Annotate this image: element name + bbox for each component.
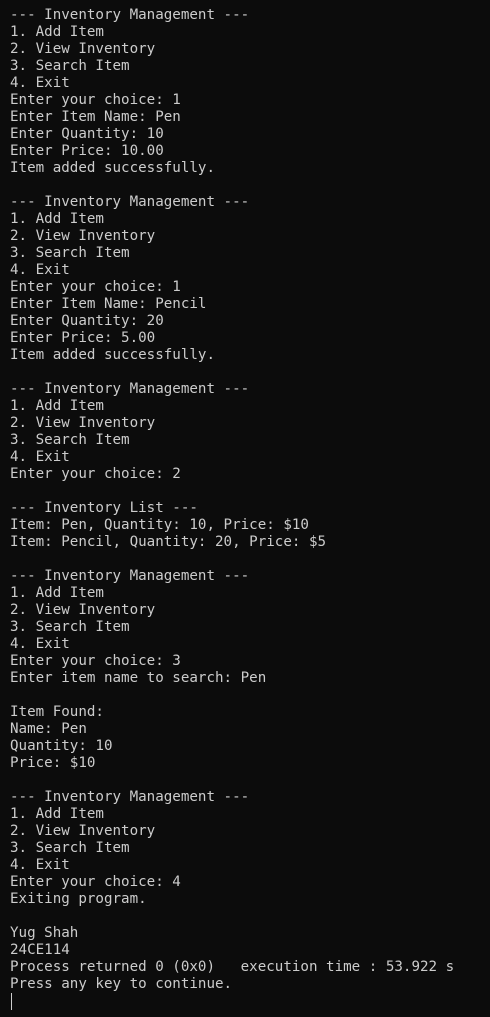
console-line: Enter Item Name: Pen	[10, 109, 181, 125]
console-line: --- Inventory Management ---	[10, 568, 250, 584]
console-line: --- Inventory Management ---	[10, 7, 250, 23]
console-line: Exiting program.	[10, 891, 147, 907]
console-line: Enter Price: 5.00	[10, 330, 156, 346]
console-line: 3. Search Item	[10, 432, 130, 448]
console-line: 24CE114	[10, 942, 70, 958]
console-line: Name: Pen	[10, 721, 87, 737]
console-line: 3. Search Item	[10, 840, 130, 856]
console-line: 3. Search Item	[10, 245, 130, 261]
console-line: 4. Exit	[10, 449, 70, 465]
text-cursor	[11, 993, 12, 1010]
console-line: 2. View Inventory	[10, 228, 156, 244]
console-line: 3. Search Item	[10, 619, 130, 635]
console-line: Yug Shah	[10, 925, 79, 941]
console-line: Enter item name to search: Pen	[10, 670, 267, 686]
console-line: 1. Add Item	[10, 211, 104, 227]
console-line: Price: $10	[10, 755, 96, 771]
console-line: 4. Exit	[10, 75, 70, 91]
console-output[interactable]: --- Inventory Management --- 1. Add Item 2…	[10, 7, 488, 1010]
console-line: --- Inventory Management ---	[10, 381, 250, 397]
console-line: Enter your choice: 1	[10, 92, 181, 108]
console-line: Enter Quantity: 20	[10, 313, 164, 329]
console-line: --- Inventory Management ---	[10, 789, 250, 805]
console-line: 2. View Inventory	[10, 415, 156, 431]
console-line: 1. Add Item	[10, 806, 104, 822]
console-line: Item added successfully.	[10, 160, 215, 176]
console-line: Enter your choice: 3	[10, 653, 181, 669]
console-line: 4. Exit	[10, 857, 70, 873]
console-line: Enter your choice: 1	[10, 279, 181, 295]
console-line: Item Found:	[10, 704, 104, 720]
console-line: Item added successfully.	[10, 347, 215, 363]
console-line: --- Inventory Management ---	[10, 194, 250, 210]
console-line: Quantity: 10	[10, 738, 113, 754]
console-line: 1. Add Item	[10, 24, 104, 40]
console-line: Process returned 0 (0x0) execution time …	[10, 959, 455, 975]
console-line: 1. Add Item	[10, 398, 104, 414]
console-line: 4. Exit	[10, 262, 70, 278]
console-line: 4. Exit	[10, 636, 70, 652]
console-line: Enter your choice: 2	[10, 466, 181, 482]
console-line: Enter Price: 10.00	[10, 143, 164, 159]
console-line: 2. View Inventory	[10, 823, 156, 839]
console-line: --- Inventory List ---	[10, 500, 198, 516]
console-line: Item: Pencil, Quantity: 20, Price: $5	[10, 534, 327, 550]
cursor-line	[10, 993, 488, 1010]
console-line: 3. Search Item	[10, 58, 130, 74]
console-line: Enter Item Name: Pencil	[10, 296, 207, 312]
console-line: 2. View Inventory	[10, 602, 156, 618]
console-line: Press any key to continue.	[10, 976, 233, 992]
console-line: Enter your choice: 4	[10, 874, 181, 890]
console-line: Enter Quantity: 10	[10, 126, 164, 142]
console-line: 1. Add Item	[10, 585, 104, 601]
console-line: Item: Pen, Quantity: 10, Price: $10	[10, 517, 309, 533]
console-line: 2. View Inventory	[10, 41, 156, 57]
